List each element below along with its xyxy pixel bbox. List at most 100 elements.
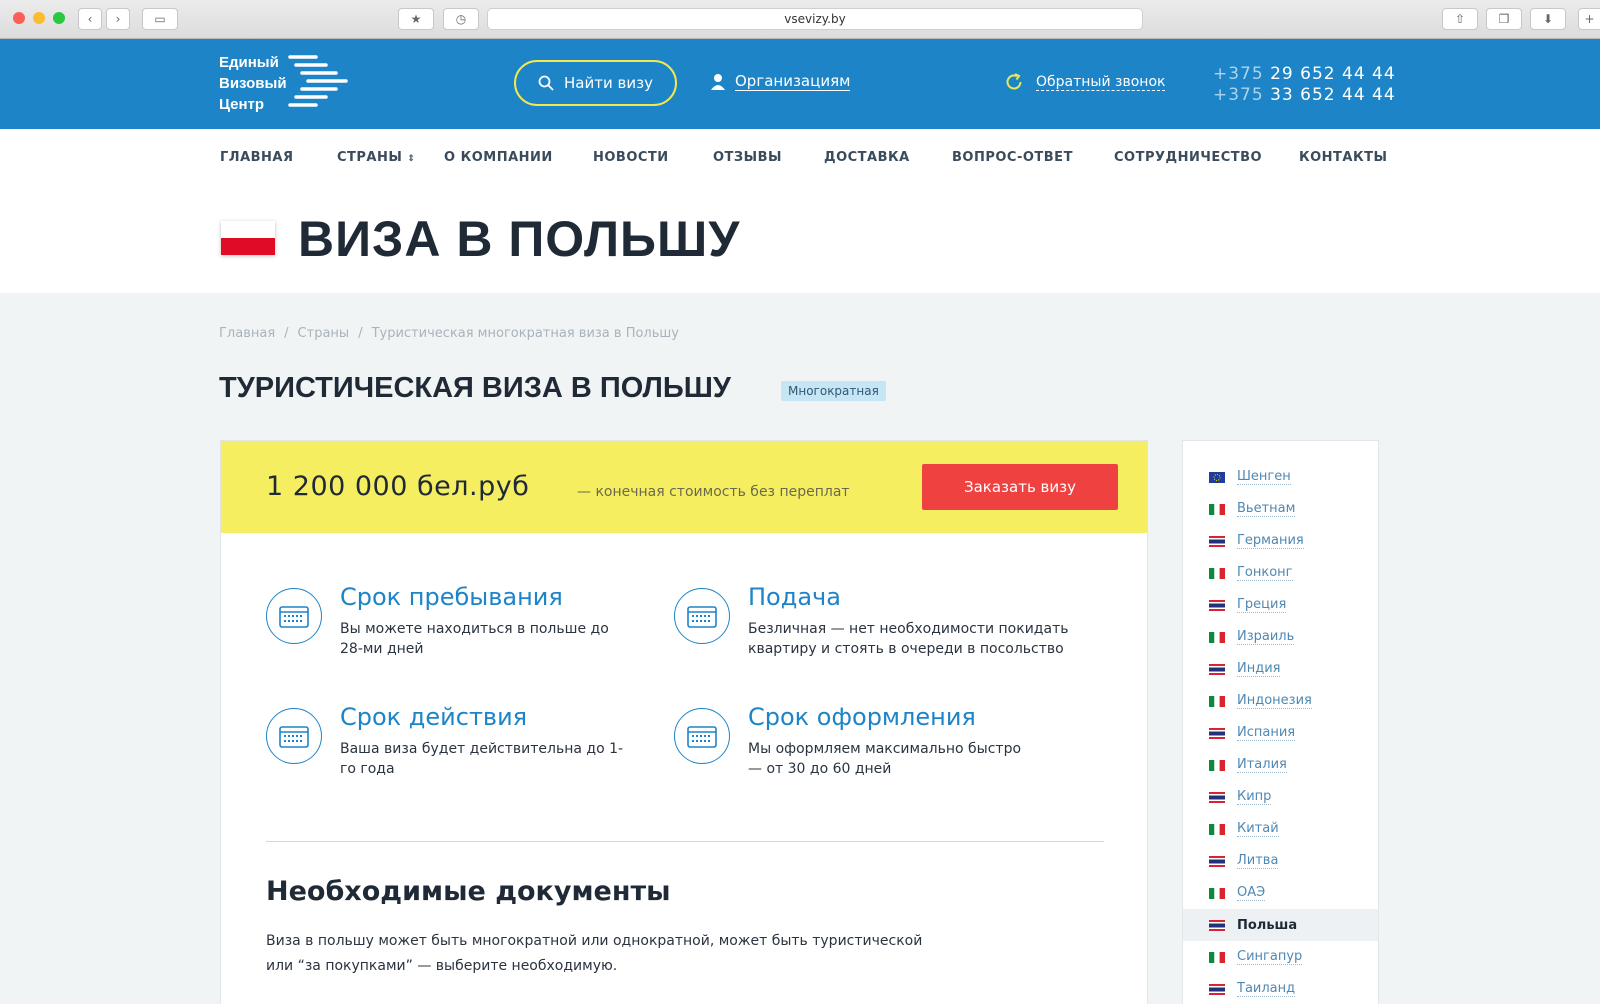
new-tab-icon[interactable]: +	[1578, 8, 1600, 30]
callback-label: Обратный звонок	[1036, 73, 1166, 91]
country-item[interactable]: Индонезия	[1183, 685, 1378, 717]
flag-icon	[1209, 791, 1225, 803]
calendar-icon	[674, 708, 730, 764]
feature-processing-time: Срок оформления Мы оформляем максимально…	[674, 703, 1034, 798]
feature-text: Ваша виза будет действительна до 1-го го…	[340, 741, 624, 777]
share-icon[interactable]: ⇧	[1442, 8, 1478, 30]
logo-text-line: Визовый	[219, 75, 287, 92]
country-item[interactable]: Таиланд	[1183, 973, 1378, 1004]
feature-text: Вы можете находиться в польше до 28-ми д…	[340, 621, 609, 657]
feature-submission: Подача Безличная — нет необходимости пок…	[674, 583, 1068, 678]
downloads-icon[interactable]: ⬇	[1530, 8, 1566, 30]
phone-digits: 29 652 44 44	[1270, 64, 1396, 84]
flag-icon	[1209, 983, 1225, 995]
nav-item-countries[interactable]: СТРАНЫ ⇕	[337, 150, 415, 165]
flag-icon	[1209, 759, 1225, 771]
order-visa-button[interactable]: Заказать визу	[922, 464, 1118, 510]
flag-icon	[1209, 695, 1225, 707]
close-window-button[interactable]	[13, 12, 25, 24]
sidebar-toggle-icon[interactable]: ▭	[142, 8, 178, 30]
country-label: Литва	[1237, 853, 1279, 869]
flag-icon	[1209, 663, 1225, 675]
nav-item-faq[interactable]: ВОПРОС-ОТВЕТ	[952, 150, 1073, 165]
country-item-active[interactable]: Польша	[1183, 909, 1378, 941]
nav-item-contacts[interactable]: КОНТАКТЫ	[1299, 150, 1387, 165]
country-label: Индонезия	[1237, 693, 1312, 709]
country-item[interactable]: ОАЭ	[1183, 877, 1378, 909]
poland-flag-icon	[221, 221, 275, 255]
country-item[interactable]: Германия	[1183, 525, 1378, 557]
country-item[interactable]: Израиль	[1183, 621, 1378, 653]
phone-numbers: +375 29 652 44 44 +375 33 652 44 44	[1213, 64, 1396, 106]
feature-title: Срок пребывания	[340, 583, 563, 611]
feature-validity: Срок действия Ваша виза будет действител…	[266, 703, 626, 798]
browser-toolbar: ‹ › ▭ ★ ◷ vsevizy.by ⇧ ❐ ⬇ +	[0, 0, 1600, 39]
flag-icon	[1209, 727, 1225, 739]
find-visa-label: Найти визу	[564, 74, 653, 92]
flag-icon	[1209, 823, 1225, 835]
flag-icon	[1209, 919, 1225, 931]
breadcrumb-separator: /	[358, 326, 363, 341]
country-item[interactable]: Кипр	[1183, 781, 1378, 813]
country-item[interactable]: Вьетнам	[1183, 493, 1378, 525]
minimize-window-button[interactable]	[33, 12, 45, 24]
page-title: ВИЗА В ПОЛЬШУ	[298, 211, 741, 267]
country-sidebar: Шенген Вьетнам Германия Гонконг Греция И…	[1182, 440, 1379, 1004]
find-visa-button[interactable]: Найти визу	[514, 60, 677, 106]
country-item[interactable]: Китай	[1183, 813, 1378, 845]
flag-icon	[1209, 567, 1225, 579]
breadcrumb-link[interactable]: Главная	[219, 326, 275, 341]
organizations-link[interactable]: Организациям	[711, 72, 851, 91]
country-label: Индия	[1237, 661, 1281, 677]
visa-title: ТУРИСТИЧЕСКАЯ ВИЗА В ПОЛЬШУ	[219, 372, 731, 404]
country-item[interactable]: Литва	[1183, 845, 1378, 877]
forward-icon[interactable]: ›	[106, 8, 130, 30]
flag-icon	[1209, 599, 1225, 611]
divider	[266, 841, 1104, 842]
breadcrumb-link[interactable]: Страны	[298, 326, 350, 341]
phone-code: +375	[1213, 64, 1264, 84]
nav-item-news[interactable]: НОВОСТИ	[593, 150, 669, 165]
country-item[interactable]: Сингапур	[1183, 941, 1378, 973]
country-item[interactable]: Греция	[1183, 589, 1378, 621]
refresh-icon	[1006, 73, 1022, 90]
feature-title: Подача	[748, 583, 841, 611]
back-icon[interactable]: ‹	[78, 8, 102, 30]
country-item[interactable]: Индия	[1183, 653, 1378, 685]
country-label: Польша	[1237, 917, 1298, 933]
documents-text: Виза в польшу может быть многократной ил…	[266, 933, 923, 974]
calendar-icon	[674, 588, 730, 644]
tabs-icon[interactable]: ❐	[1486, 8, 1522, 30]
history-icon[interactable]: ◷	[443, 8, 479, 30]
country-label: Вьетнам	[1237, 501, 1296, 517]
address-bar[interactable]: vsevizy.by	[487, 8, 1143, 30]
phone-number[interactable]: +375 29 652 44 44	[1213, 64, 1396, 85]
bookmarks-icon[interactable]: ★	[398, 8, 434, 30]
country-label: Таиланд	[1237, 981, 1296, 997]
callback-link[interactable]: Обратный звонок	[1004, 72, 1166, 92]
user-icon	[711, 74, 725, 90]
country-label: Италия	[1237, 757, 1287, 773]
zoom-window-button[interactable]	[53, 12, 65, 24]
breadcrumb: Главная / Страны / Туристическая многократна…	[219, 326, 679, 341]
site-logo[interactable]: Единый Визовый Центр	[219, 52, 287, 115]
country-label: Израиль	[1237, 629, 1295, 645]
documents-heading: Необходимые документы	[266, 876, 671, 907]
nav-item-cooperation[interactable]: СОТРУДНИЧЕСТВО	[1114, 150, 1262, 165]
country-label: Греция	[1237, 597, 1287, 613]
organizations-label: Организациям	[735, 72, 851, 91]
phone-number[interactable]: +375 33 652 44 44	[1213, 85, 1396, 106]
visa-card: 1 200 000 бел.руб — конечная стоимость б…	[220, 440, 1148, 1004]
site-header: Единый Визовый Центр Найти визу Организа…	[0, 39, 1600, 129]
nav-item-delivery[interactable]: ДОСТАВКА	[824, 150, 910, 165]
feature-text: Безличная — нет необходимости покидать к…	[748, 621, 1069, 657]
nav-item-about[interactable]: О КОМПАНИИ	[444, 150, 553, 165]
country-label: Кипр	[1237, 789, 1272, 805]
nav-item-home[interactable]: ГЛАВНАЯ	[220, 150, 294, 165]
country-item[interactable]: Шенген	[1183, 461, 1378, 493]
nav-item-reviews[interactable]: ОТЗЫВЫ	[713, 150, 782, 165]
country-item[interactable]: Испания	[1183, 717, 1378, 749]
country-item[interactable]: Италия	[1183, 749, 1378, 781]
country-item[interactable]: Гонконг	[1183, 557, 1378, 589]
country-label: Гонконг	[1237, 565, 1293, 581]
